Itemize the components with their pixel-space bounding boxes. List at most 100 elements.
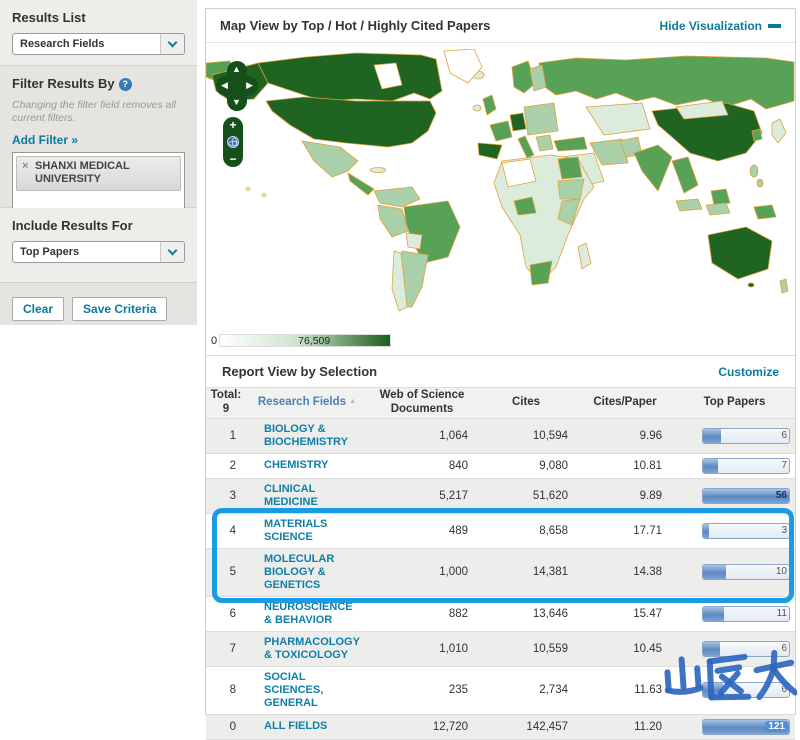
row-rank: 6 [206,608,246,620]
table-row: 8 SOCIAL SCIENCES, GENERAL 235 2,734 11.… [206,667,795,715]
row-cites: 13,646 [476,608,576,620]
table-row: 3 CLINICAL MEDICINE 5,217 51,620 9.89 56 [206,479,795,514]
pan-down-icon[interactable]: ▼ [232,98,241,107]
pan-right-icon[interactable]: ▶ [246,81,253,90]
clear-button[interactable]: Clear [12,297,64,321]
row-docs: 1,010 [368,643,476,655]
map-view-header: Map View by Top / Hot / Highly Cited Pap… [206,9,795,43]
results-list-section: Results List Research Fields [0,0,197,66]
row-field-link[interactable]: BIOLOGY & BIOCHEMISTRY [246,419,368,453]
table-row: 1 BIOLOGY & BIOCHEMISTRY 1,064 10,594 9.… [206,419,795,454]
row-field-link[interactable]: ALL FIELDS [246,716,368,737]
legend-gradient-bar: 76,509 [219,334,391,347]
top-papers-value: 56 [776,490,787,501]
zoom-in-icon[interactable]: + [229,120,236,130]
top-papers-bar[interactable]: 56 [702,488,790,504]
top-papers-value: 7 [781,460,787,471]
column-header-cites-per-paper[interactable]: Cites/Paper [576,396,674,410]
globe-icon[interactable] [227,136,239,148]
row-cites-per-paper: 10.45 [576,643,674,655]
top-papers-bar-fill [703,565,726,579]
results-list-dropdown-button[interactable] [160,34,184,54]
top-papers-bar-fill [703,607,724,621]
top-papers-bar-fill [703,524,709,538]
filter-tag[interactable]: × SHANXI MEDICAL UNIVERSITY [16,156,181,190]
row-field-link[interactable]: CLINICAL MEDICINE [246,479,368,513]
map-zoom-control[interactable]: + − [223,117,243,167]
include-results-dropdown[interactable]: Top Papers [12,241,185,263]
top-papers-value: 11 [777,608,787,619]
world-map[interactable] [206,49,795,327]
row-cites-per-paper: 15.47 [576,608,674,620]
row-cites-per-paper: 11.20 [576,721,674,733]
top-papers-bar[interactable]: 7 [702,458,790,474]
row-cites: 2,734 [476,684,576,696]
row-field-link[interactable]: PHARMACOLOGY & TOXICOLOGY [246,632,368,666]
legend-max-value: 76,509 [298,335,330,347]
include-results-section: Include Results For Top Papers [0,208,197,283]
top-papers-bar-fill [703,683,723,697]
top-papers-bar[interactable]: 6 [702,641,790,657]
top-papers-bar[interactable]: 6 [702,682,790,698]
row-rank: 2 [206,460,246,472]
row-rank: 4 [206,525,246,537]
chevron-down-icon [168,246,178,256]
report-rows: 1 BIOLOGY & BIOCHEMISTRY 1,064 10,594 9.… [206,419,795,740]
report-table: Total: 9 Research Fields ▲ Web of Scienc… [206,387,795,740]
row-field-link[interactable]: MATERIALS SCIENCE [246,514,368,548]
column-header-cites[interactable]: Cites [476,396,576,410]
row-field-link[interactable]: SOCIAL SCIENCES, GENERAL [246,667,368,714]
column-header-documents[interactable]: Web of Science Documents [368,389,476,417]
row-cites-per-paper: 14.38 [576,566,674,578]
row-cites: 10,559 [476,643,576,655]
remove-filter-icon[interactable]: × [22,160,28,173]
map-pan-control[interactable]: ▲ ▼ ◀ ▶ [219,61,255,111]
zoom-out-icon[interactable]: − [229,154,236,164]
row-cites: 8,658 [476,525,576,537]
include-results-dropdown-button[interactable] [160,242,184,262]
top-papers-bar[interactable]: 121 [702,719,790,735]
hide-visualization-link[interactable]: Hide Visualization [660,19,781,33]
filter-section: Filter Results By? Changing the filter f… [0,66,197,208]
filter-note: Changing the filter field removes all cu… [12,99,185,125]
top-papers-bar[interactable]: 10 [702,564,790,580]
pan-up-icon[interactable]: ▲ [232,65,241,74]
row-cites-per-paper: 11.63 [576,684,674,696]
save-criteria-button[interactable]: Save Criteria [72,297,167,321]
top-papers-bar-fill [703,429,721,443]
map-view-title: Map View by Top / Hot / Highly Cited Pap… [220,18,490,33]
row-docs: 12,720 [368,721,476,733]
row-rank: 5 [206,566,246,578]
results-list-dropdown-value: Research Fields [13,34,160,54]
add-filter-link[interactable]: Add Filter » [12,133,78,147]
row-cites-per-paper: 10.81 [576,460,674,472]
pan-left-icon[interactable]: ◀ [221,81,228,90]
row-rank: 7 [206,643,246,655]
top-papers-bar-fill [703,459,718,473]
row-docs: 1,000 [368,566,476,578]
row-cites: 51,620 [476,490,576,502]
top-papers-bar[interactable]: 3 [702,523,790,539]
row-field-link[interactable]: NEUROSCIENCE & BEHAVIOR [246,597,368,631]
row-rank: 0 [206,721,246,733]
results-list-dropdown[interactable]: Research Fields [12,33,185,55]
filter-heading: Filter Results By? [12,76,185,91]
filter-heading-label: Filter Results By [12,76,115,91]
row-cites-per-paper: 17.71 [576,525,674,537]
filter-tag-label: SHANXI MEDICAL UNIVERSITY [35,160,130,185]
top-papers-bar[interactable]: 11 [702,606,790,622]
row-field-link[interactable]: CHEMISTRY [246,455,368,476]
column-header-research-fields[interactable]: Research Fields ▲ [246,396,368,410]
top-papers-bar[interactable]: 6 [702,428,790,444]
table-row: 6 NEUROSCIENCE & BEHAVIOR 882 13,646 15.… [206,597,795,632]
customize-link[interactable]: Customize [718,365,779,379]
row-cites-per-paper: 9.96 [576,430,674,442]
column-header-top-papers[interactable]: Top Papers [674,396,795,410]
row-field-link[interactable]: MOLECULAR BIOLOGY & GENETICS [246,549,368,596]
row-docs: 489 [368,525,476,537]
report-view-header: Report View by Selection Customize [206,355,795,387]
top-papers-value: 6 [781,430,787,441]
table-row: 5 MOLECULAR BIOLOGY & GENETICS 1,000 14,… [206,549,795,597]
help-icon[interactable]: ? [119,78,132,91]
map-legend: 0 76,509 [211,334,391,347]
